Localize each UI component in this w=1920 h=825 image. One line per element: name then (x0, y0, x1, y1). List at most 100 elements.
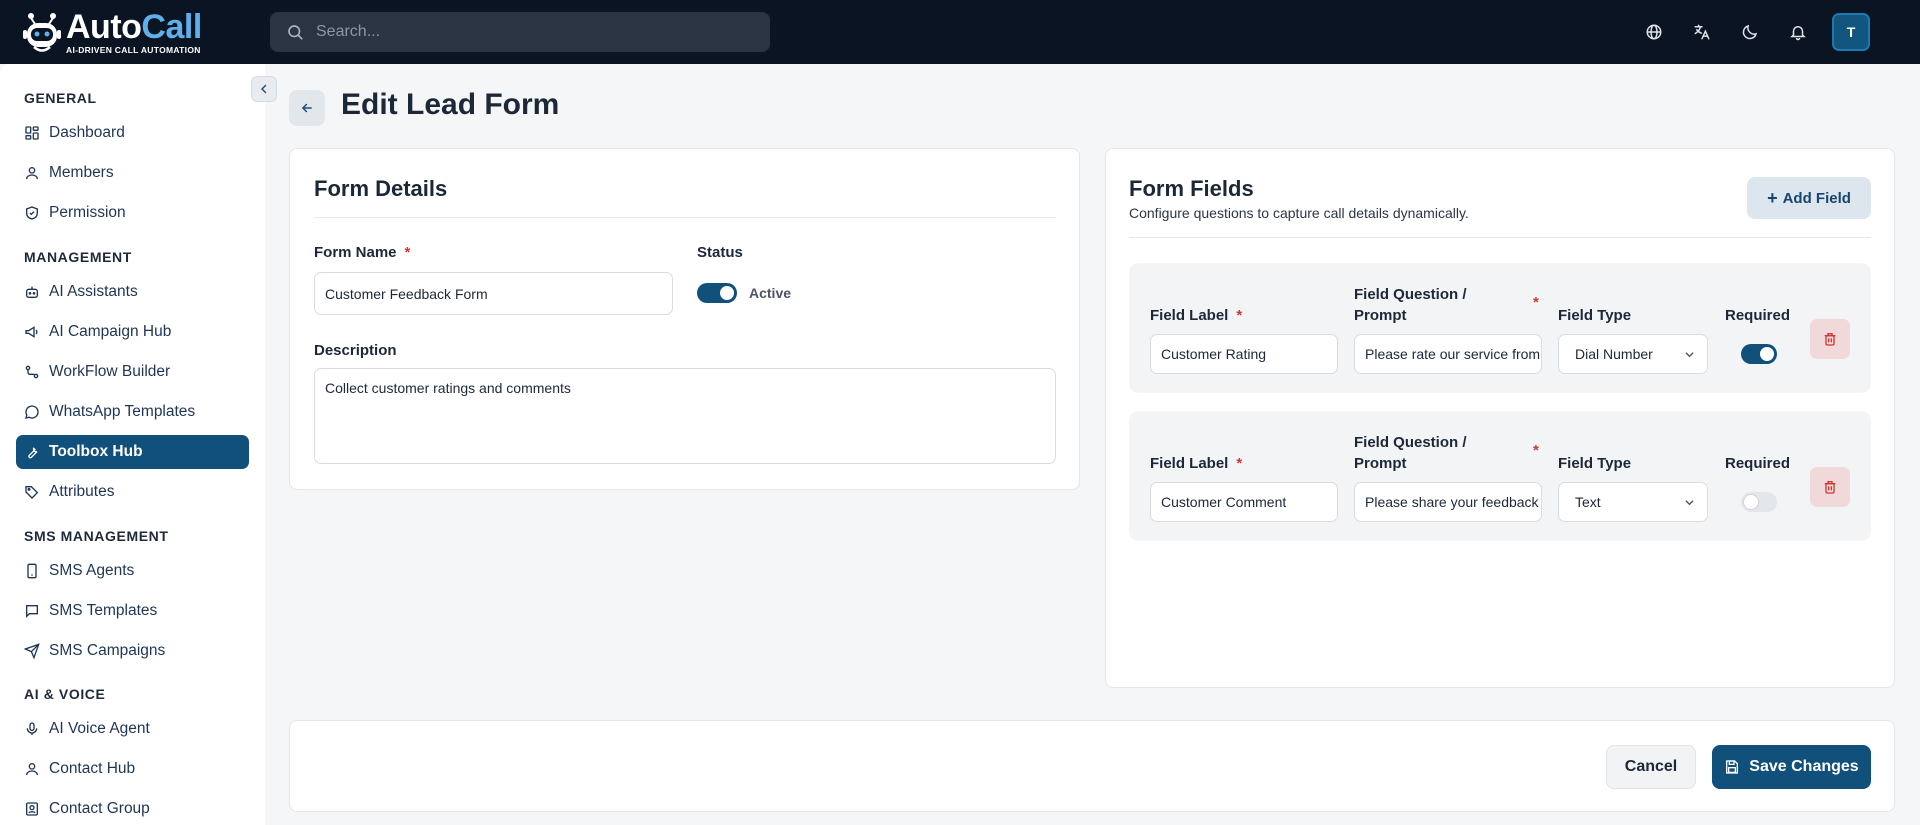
field-type-select[interactable]: Dial Number (1558, 334, 1708, 374)
field-question-input[interactable]: Please rate our service from 1 to 5 (1354, 334, 1542, 374)
dashboard-grid-icon (25, 126, 39, 140)
search-icon (288, 25, 303, 40)
plus-icon: + (1767, 187, 1778, 208)
notifications-button[interactable] (1778, 12, 1818, 52)
dark-mode-button[interactable] (1730, 12, 1770, 52)
status-toggle[interactable] (697, 283, 737, 303)
field-type-select[interactable]: Text (1558, 482, 1708, 522)
trash-icon (1824, 333, 1836, 346)
required-toggle[interactable] (1741, 344, 1777, 364)
question-required-mark: * (1533, 442, 1539, 459)
wrench-icon (28, 447, 38, 459)
nav-section-management: MANAGEMENT (24, 249, 132, 265)
sidebar-item-label: WorkFlow Builder (49, 363, 171, 380)
arrow-left-icon (301, 103, 312, 113)
translate-icon (1694, 24, 1710, 40)
sidebar-item-label: Contact Hub (49, 760, 136, 777)
chevron-left-icon (260, 84, 267, 94)
field-label-label: Field Label * (1150, 455, 1243, 472)
add-field-button[interactable]: + Add Field (1747, 177, 1871, 219)
moon-icon (1742, 24, 1758, 40)
field-type-label: Field Type (1558, 307, 1632, 324)
section-divider (1129, 237, 1871, 238)
save-floppy-icon (1726, 760, 1739, 774)
required-label: Required (1725, 307, 1791, 324)
sidebar-item-members[interactable]: Members (16, 156, 249, 190)
form-details-title: Form Details (314, 176, 448, 201)
sidebar-item-label: SMS Agents (49, 562, 135, 579)
back-button[interactable] (289, 90, 325, 126)
sidebar-item-dashboard[interactable]: Dashboard (16, 116, 249, 150)
page-title: Edit Lead Form (341, 88, 560, 121)
sidebar-item-contact-group[interactable]: Contact Group (16, 792, 249, 825)
form-fields-title: Form Fields (1129, 176, 1254, 201)
megaphone-icon (25, 326, 38, 338)
top-bar: AutoCall AI-DRIVEN CALL AUTOMATION T (0, 0, 1920, 64)
nav-section-ai-voice: AI & VOICE (24, 686, 106, 702)
required-label: Required (1725, 455, 1791, 472)
sidebar-item-label: Attributes (49, 483, 115, 500)
sidebar-item-sms-campaigns[interactable]: SMS Campaigns (16, 634, 249, 668)
field-type-label: Field Type (1558, 455, 1632, 472)
shield-check-icon (26, 206, 38, 220)
field-question-label: Field Question / Prompt (1354, 434, 1467, 472)
contact-card-icon (26, 802, 38, 816)
bot-icon (26, 286, 38, 298)
sidebar-item-label: AI Campaign Hub (49, 323, 172, 340)
sidebar-item-ai-campaign-hub[interactable]: AI Campaign Hub (16, 315, 249, 349)
form-name-label: Form Name * (314, 244, 411, 261)
globe-icon (1646, 24, 1662, 40)
sidebar-item-label: Dashboard (49, 124, 125, 141)
status-label: Status (697, 244, 743, 261)
form-fields-subtitle: Configure questions to capture call deta… (1129, 205, 1469, 221)
nav-section-general: GENERAL (24, 90, 97, 106)
user-avatar[interactable]: T (1832, 13, 1870, 51)
field-label-input[interactable]: Customer Comment (1150, 482, 1338, 522)
brand-tagline: AI-DRIVEN CALL AUTOMATION (66, 44, 201, 55)
field-label-input[interactable]: Customer Rating (1150, 334, 1338, 374)
phone-device-icon (27, 563, 37, 579)
sidebar-item-label: SMS Campaigns (49, 642, 166, 659)
chevron-down-icon (1685, 352, 1694, 358)
description-textarea[interactable]: Collect customer ratings and comments (314, 368, 1056, 464)
brand-name: AutoCall (66, 7, 202, 46)
microphone-icon (26, 722, 38, 735)
search-bar[interactable] (270, 12, 770, 52)
sidebar-collapse-button[interactable] (251, 76, 277, 102)
sidebar-item-label: AI Assistants (49, 283, 138, 300)
sidebar-item-ai-voice-agent[interactable]: AI Voice Agent (16, 712, 249, 746)
delete-field-button[interactable] (1810, 319, 1850, 359)
trash-icon (1824, 481, 1836, 494)
sidebar-item-sms-agents[interactable]: SMS Agents (16, 554, 249, 588)
save-changes-button[interactable]: Save Changes (1712, 745, 1871, 789)
bell-icon (1790, 26, 1806, 41)
status-value: Active (749, 285, 792, 301)
chat-bubble-icon (25, 405, 39, 419)
delete-field-button[interactable] (1810, 467, 1850, 507)
sidebar-item-workflow-builder[interactable]: WorkFlow Builder (16, 355, 249, 389)
sidebar-item-whatsapp-templates[interactable]: WhatsApp Templates (16, 395, 249, 429)
sidebar-item-permission[interactable]: Permission (16, 196, 249, 230)
robot-logo-icon (22, 10, 62, 54)
workflow-icon (25, 365, 39, 379)
sidebar-item-label: WhatsApp Templates (49, 403, 196, 420)
field-label-label: Field Label * (1150, 307, 1243, 324)
autocall-logo[interactable]: AutoCall AI-DRIVEN CALL AUTOMATION (22, 8, 202, 56)
sidebar-item-contact-hub[interactable]: Contact Hub (16, 752, 249, 786)
language-globe-button[interactable] (1634, 12, 1674, 52)
translate-button[interactable] (1682, 12, 1722, 52)
sidebar-item-ai-assistants[interactable]: AI Assistants (16, 275, 249, 309)
sidebar-item-sms-templates[interactable]: SMS Templates (16, 594, 249, 628)
sidebar-item-attributes[interactable]: Attributes (16, 475, 249, 509)
send-icon (24, 643, 40, 659)
chevron-down-icon (1685, 500, 1694, 506)
required-toggle[interactable] (1741, 492, 1777, 512)
user-icon (26, 167, 38, 180)
search-input[interactable] (316, 23, 736, 41)
field-question-input[interactable]: Please share your feedback with us (1354, 482, 1542, 522)
question-required-mark: * (1533, 294, 1539, 311)
cancel-button[interactable]: Cancel (1606, 745, 1696, 789)
description-label: Description (314, 342, 397, 359)
form-name-input[interactable]: Customer Feedback Form (314, 272, 673, 315)
sidebar-item-toolbox-hub[interactable]: Toolbox Hub (16, 435, 249, 469)
